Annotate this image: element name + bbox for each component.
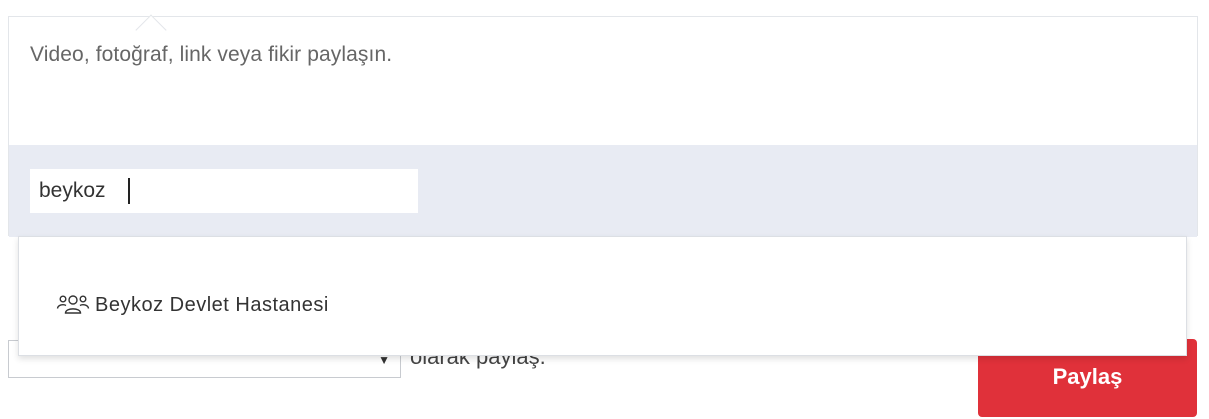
post-text-placeholder[interactable]: Video, fotoğraf, link veya fikir paylaşı… (30, 43, 392, 67)
popover-pointer-mask (129, 34, 175, 42)
text-cursor (128, 178, 130, 204)
tag-search-box[interactable] (30, 169, 418, 213)
tag-search-input[interactable] (30, 169, 418, 213)
suggestion-item-label: Beykoz Devlet Hastanesi (95, 293, 329, 316)
suggestion-item[interactable]: Beykoz Devlet Hastanesi (19, 283, 1186, 327)
post-composer[interactable]: Video, fotoğraf, link veya fikir paylaşı… (8, 14, 1198, 237)
tag-suggestion-dropdown: Beykoz Devlet Hastanesi (18, 236, 1187, 356)
group-icon (56, 292, 94, 318)
tag-search-bar (9, 145, 1197, 237)
